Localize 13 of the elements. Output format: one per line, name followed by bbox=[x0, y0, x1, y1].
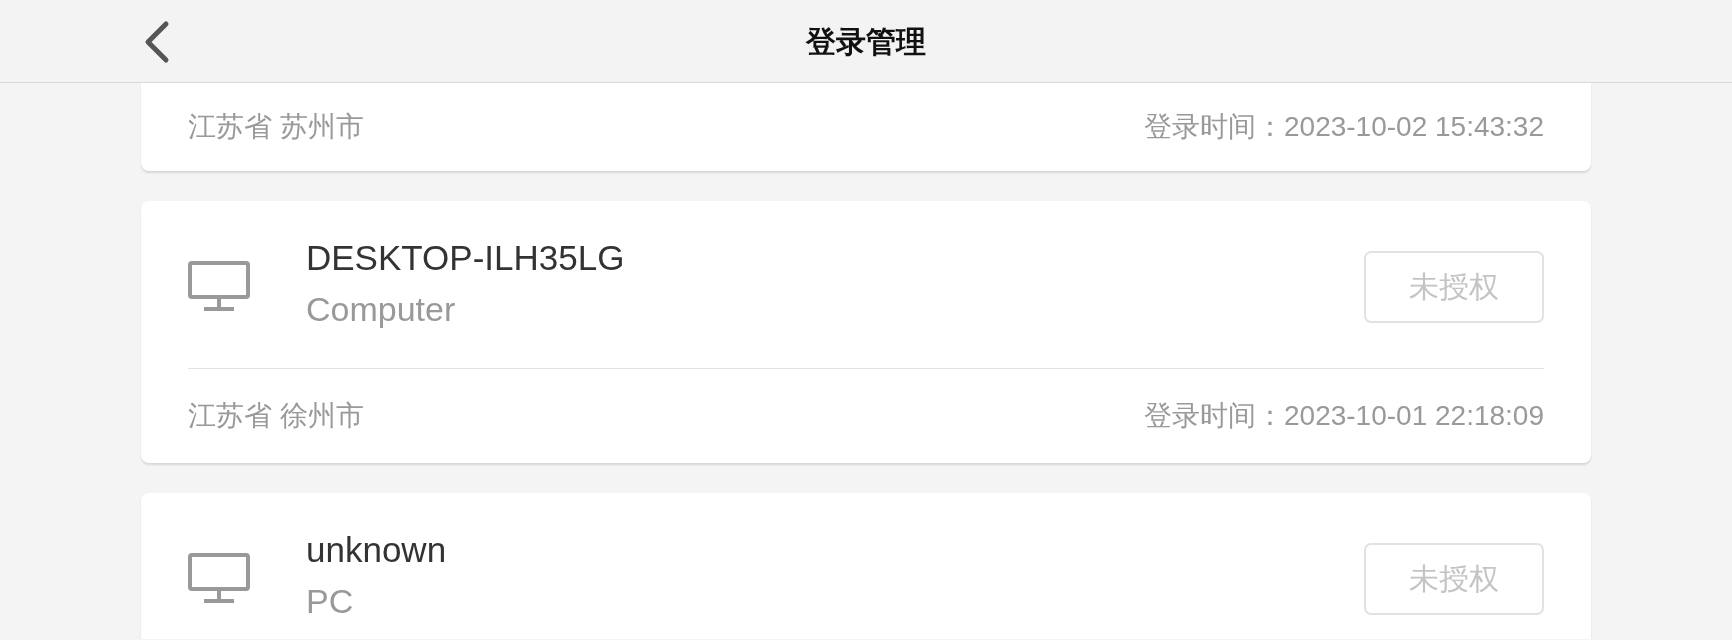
device-name: unknown bbox=[306, 529, 448, 572]
login-location: 江苏省 苏州市 bbox=[188, 110, 364, 144]
login-time: 登录时间：2023-10-01 22:18:09 bbox=[1144, 399, 1544, 434]
device-name: DESKTOP-ILH35LG bbox=[306, 237, 626, 279]
monitor-icon bbox=[188, 552, 250, 605]
authorize-button[interactable]: 未授权 bbox=[1364, 542, 1544, 615]
page-title: 登录管理 bbox=[806, 23, 926, 60]
device-type: PC bbox=[306, 580, 355, 622]
login-location: 江苏省 徐州市 bbox=[188, 399, 364, 434]
authorize-button[interactable]: 未授权 bbox=[1364, 250, 1544, 323]
device-type: Computer bbox=[306, 288, 457, 330]
login-time: 登录时间：2023-10-02 15:43:32 bbox=[1144, 110, 1544, 144]
monitor-icon bbox=[188, 260, 250, 313]
